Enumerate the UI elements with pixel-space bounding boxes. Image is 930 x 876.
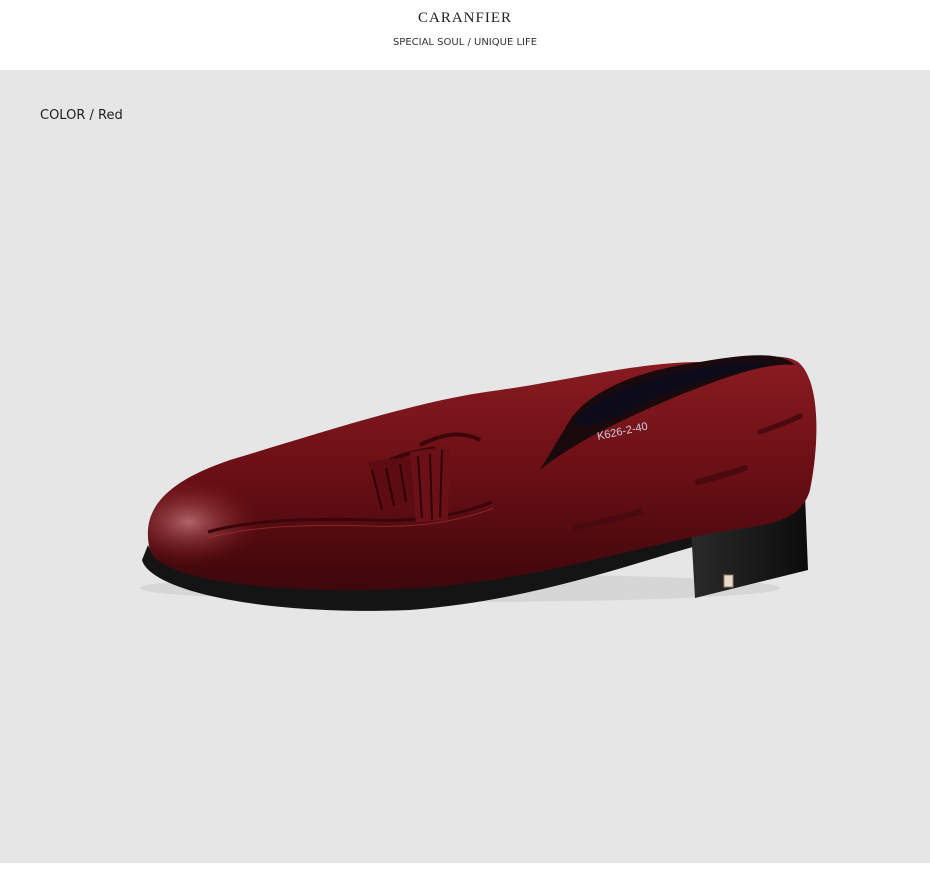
brand-tagline: SPECIAL SOUL / UNIQUE LIFE [392,37,538,48]
heel-badge [723,574,734,588]
color-label-title: COLOR [40,108,86,123]
color-label: COLOR / Red [40,108,123,123]
product-image-panel: COLOR / Red K626-2-40 [0,70,930,863]
color-label-separator: / [89,108,94,123]
brand-header: CARANFIER SPECIAL SOUL / UNIQUE LIFE [0,0,930,70]
brand-logo[interactable]: CARANFIER [0,10,930,27]
color-value: Red [98,108,123,123]
tassel-loafer-shoe-image: K626-2-40 [140,355,817,611]
page-footer [0,863,930,876]
product-detail-page: CARANFIER SPECIAL SOUL / UNIQUE LIFE COL… [0,0,930,876]
